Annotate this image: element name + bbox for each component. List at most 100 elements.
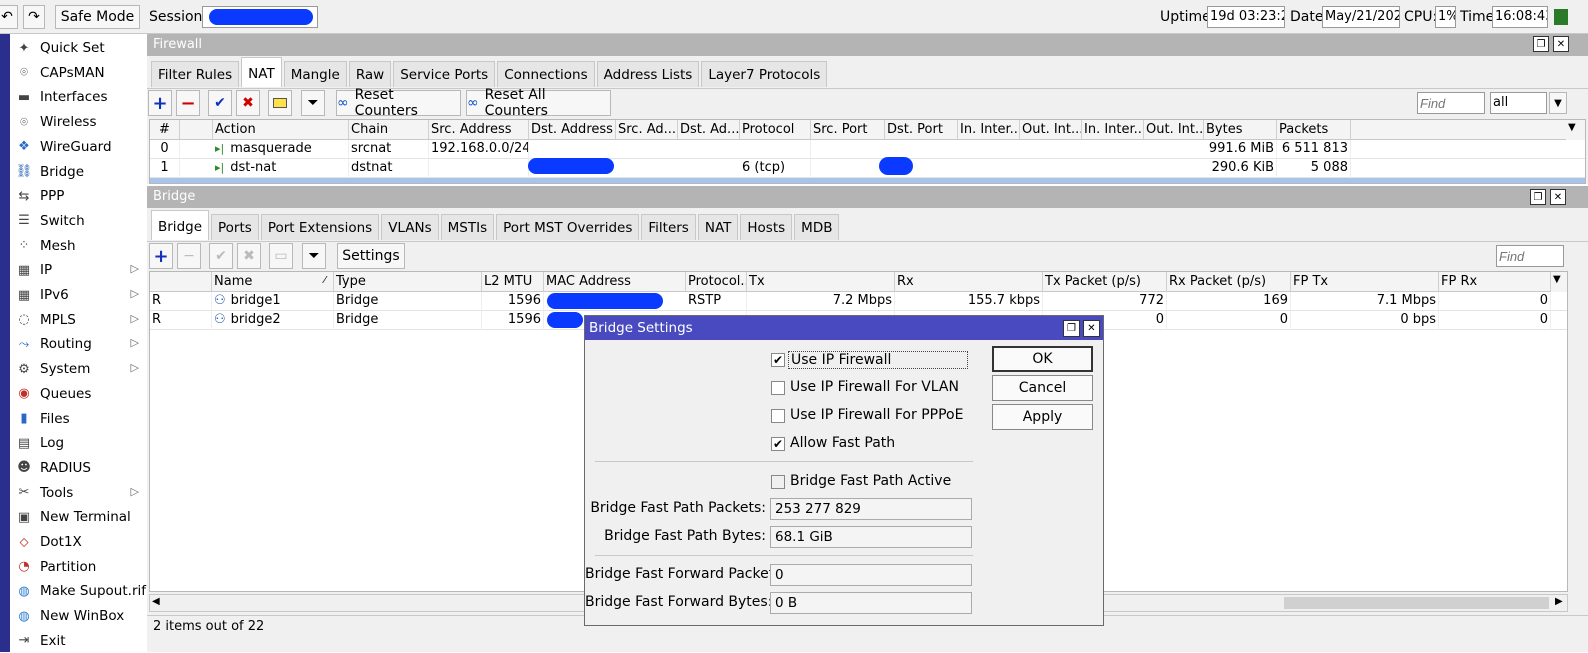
column-header[interactable]: FP Tx xyxy=(1291,272,1439,292)
column-header[interactable]: Protocol xyxy=(740,120,811,140)
add-icon[interactable]: + xyxy=(148,90,172,116)
bridge-tab-hosts[interactable]: Hosts xyxy=(740,214,793,240)
remove-icon[interactable]: − xyxy=(177,243,201,269)
sidebar-item-exit[interactable]: ⇥ Exit xyxy=(10,629,147,653)
bridge-tab-mstis[interactable]: MSTIs xyxy=(440,214,495,240)
column-header[interactable]: Chain xyxy=(349,120,429,140)
column-header[interactable]: FP Rx xyxy=(1439,272,1551,292)
column-header-flags[interactable] xyxy=(150,272,212,292)
apply-button[interactable]: Apply xyxy=(992,404,1093,430)
scroll-right-icon[interactable]: ▶ xyxy=(1555,596,1563,607)
scrollbar-thumb[interactable] xyxy=(1284,597,1549,609)
column-header[interactable]: Tx Packet (p/s) xyxy=(1043,272,1167,292)
sidebar-item-system[interactable]: ⚙ System ▷ xyxy=(10,357,147,381)
column-header[interactable]: Dst. Port xyxy=(885,120,958,140)
column-header[interactable]: Out. Int... xyxy=(1020,120,1082,140)
sidebar-item-routing[interactable]: ⤳ Routing ▷ xyxy=(10,332,147,356)
scroll-left-icon[interactable]: ◀ xyxy=(152,596,160,607)
table-row-selected[interactable] xyxy=(150,178,1585,183)
bridge-tab-ports[interactable]: Ports xyxy=(211,214,259,240)
comment-icon[interactable] xyxy=(268,90,292,116)
sidebar-item-files[interactable]: ▮ Files xyxy=(10,407,147,431)
sidebar-item-new-winbox[interactable]: ◍ New WinBox xyxy=(10,604,147,628)
column-header[interactable]: In. Inter... xyxy=(1082,120,1144,140)
disable-icon[interactable]: ✖ xyxy=(237,243,261,269)
sidebar-item-ppp[interactable]: ⇆ PPP xyxy=(10,184,147,208)
firewall-find-input[interactable] xyxy=(1417,92,1485,114)
sidebar-item-queues[interactable]: ◉ Queues xyxy=(10,382,147,406)
sidebar-item-mpls[interactable]: ◌ MPLS ▷ xyxy=(10,308,147,332)
sidebar-item-ip[interactable]: ▦ IP ▷ xyxy=(10,258,147,282)
filter-dropdown-icon[interactable]: ▼ xyxy=(1549,92,1567,114)
firewall-tab-filter-rules[interactable]: Filter Rules xyxy=(151,61,240,87)
column-header[interactable]: Src. Port xyxy=(811,120,885,140)
column-header[interactable]: Src. Address xyxy=(429,120,529,140)
cancel-button[interactable]: Cancel xyxy=(992,375,1093,401)
session-field[interactable] xyxy=(202,6,318,28)
use-ip-firewall-for-pppoe-checkbox[interactable] xyxy=(771,409,785,423)
column-header[interactable]: L2 MTU xyxy=(482,272,544,292)
disable-icon[interactable]: ✖ xyxy=(236,90,260,116)
firewall-tab-nat[interactable]: NAT xyxy=(241,57,282,87)
close-icon[interactable]: ✕ xyxy=(1550,189,1566,205)
bridge-tab-port-mst-overrides[interactable]: Port MST Overrides xyxy=(496,214,640,240)
filter-icon[interactable]: ⏷ xyxy=(301,90,325,116)
restore-icon[interactable]: ❐ xyxy=(1533,36,1549,52)
firewall-tab-connections[interactable]: Connections xyxy=(497,61,595,87)
column-header[interactable]: # xyxy=(150,120,180,140)
sidebar-item-radius[interactable]: ☻ RADIUS xyxy=(10,456,147,480)
firewall-tab-raw[interactable]: Raw xyxy=(348,61,392,87)
sidebar-item-ipv6[interactable]: ▦ IPv6 ▷ xyxy=(10,283,147,307)
bridge-find-input[interactable] xyxy=(1496,245,1564,267)
column-header[interactable]: Protocol... xyxy=(686,272,747,292)
bridge-tab-port-extensions[interactable]: Port Extensions xyxy=(260,214,380,240)
bridge-fast-path-active-checkbox[interactable] xyxy=(771,475,785,489)
column-header[interactable]: MAC Address xyxy=(544,272,686,292)
sidebar-item-quick-set[interactable]: ✦ Quick Set xyxy=(10,36,147,60)
enable-icon[interactable]: ✔ xyxy=(209,243,233,269)
firewall-tab-layer7-protocols[interactable]: Layer7 Protocols xyxy=(701,61,828,87)
reset-counters-button[interactable]: ∞ Reset Counters xyxy=(336,87,461,119)
close-icon[interactable]: ✕ xyxy=(1083,320,1100,337)
sidebar-item-new-terminal[interactable]: ▣ New Terminal xyxy=(10,505,147,529)
column-header[interactable]: Type xyxy=(334,272,482,292)
settings-button[interactable]: Settings xyxy=(337,243,405,269)
column-header[interactable]: In. Inter... xyxy=(958,120,1020,140)
sidebar-item-log[interactable]: ▤ Log xyxy=(10,431,147,455)
comment-icon[interactable]: ▭ xyxy=(269,243,293,269)
sidebar-item-bridge[interactable]: ⛓ Bridge xyxy=(10,160,147,184)
filter-icon[interactable]: ⏷ xyxy=(302,243,326,269)
column-dropdown-icon[interactable]: ▼ xyxy=(1551,272,1567,292)
firewall-tab-service-ports[interactable]: Service Ports xyxy=(393,61,496,87)
column-header[interactable]: Name xyxy=(212,272,334,292)
firewall-tab-mangle[interactable]: Mangle xyxy=(283,61,347,87)
firewall-tab-address-lists[interactable]: Address Lists xyxy=(596,61,700,87)
bridge-tab-mdb[interactable]: MDB xyxy=(794,214,840,240)
bridge-tab-filters[interactable]: Filters xyxy=(641,214,696,240)
sidebar-item-mesh[interactable]: ⁘ Mesh xyxy=(10,234,147,258)
column-header[interactable]: Tx xyxy=(747,272,895,292)
reset-all-counters-button[interactable]: ∞ Reset All Counters xyxy=(466,87,611,119)
safe-mode-button[interactable]: Safe Mode xyxy=(55,5,140,29)
bridge-tab-vlans[interactable]: VLANs xyxy=(381,214,439,240)
bridge-tab-bridge[interactable]: Bridge xyxy=(151,210,210,240)
column-header[interactable]: Src. Ad... xyxy=(616,120,678,140)
close-icon[interactable]: ✕ xyxy=(1553,36,1569,52)
column-header[interactable]: Packets xyxy=(1277,120,1351,140)
sidebar-item-partition[interactable]: ◔ Partition xyxy=(10,555,147,579)
use-ip-firewall-for-vlan-checkbox[interactable] xyxy=(771,381,785,395)
sidebar-item-capsman[interactable]: ⌾ CAPsMAN xyxy=(10,61,147,85)
sidebar-item-interfaces[interactable]: ▬ Interfaces xyxy=(10,85,147,109)
column-header[interactable]: Action xyxy=(213,120,349,140)
column-header[interactable]: Rx xyxy=(895,272,1043,292)
redo-icon[interactable]: ↷ xyxy=(23,5,45,29)
column-dropdown-icon[interactable]: ▼ xyxy=(1566,120,1585,140)
column-header[interactable]: Dst. Ad... xyxy=(678,120,740,140)
allow-fast-path-checkbox[interactable]: ✔ xyxy=(771,437,785,451)
column-header[interactable]: Bytes xyxy=(1204,120,1277,140)
column-header[interactable]: Rx Packet (p/s) xyxy=(1167,272,1291,292)
use-ip-firewall-checkbox[interactable]: ✔ xyxy=(771,353,785,367)
sidebar-item-dot1x[interactable]: ⬦ Dot1X xyxy=(10,530,147,554)
sidebar-item-wireguard[interactable]: ❖ WireGuard xyxy=(10,135,147,159)
column-header[interactable]: Dst. Address xyxy=(529,120,616,140)
